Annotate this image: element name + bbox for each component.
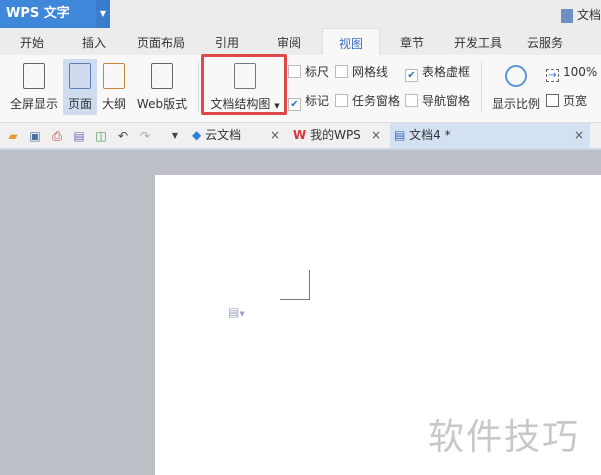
tab-reference[interactable]: 引用: [215, 28, 239, 55]
save-icon[interactable]: ▣: [28, 129, 42, 143]
tab-label: 我的WPS: [310, 128, 361, 142]
fullscreen-icon: [23, 63, 45, 89]
tab-cloud-docs[interactable]: ◆ 云文档 ×: [188, 123, 286, 148]
nav-pane-label: 导航窗格: [422, 94, 471, 108]
tab-document4[interactable]: ▤ 文档4 * ×: [390, 123, 590, 148]
markup-label: 标记: [305, 94, 330, 108]
web-layout-label: Web版式: [136, 97, 188, 111]
outline-icon: [103, 63, 125, 89]
tab-start[interactable]: 开始: [20, 28, 44, 55]
customize-dropdown-icon[interactable]: ▼: [168, 129, 182, 143]
redo-icon[interactable]: ↷: [138, 129, 152, 143]
wps-logo-icon: W: [293, 128, 307, 142]
task-pane-checkbox[interactable]: 任务窗格: [335, 94, 400, 108]
title-bar: WPS 文字 ▼ 文档: [0, 0, 601, 28]
divider: [481, 61, 482, 113]
tab-cloud[interactable]: 云服务: [527, 28, 563, 55]
wps-menu-button[interactable]: WPS 文字: [0, 0, 96, 28]
zoom-100-label: 100%: [563, 65, 598, 79]
close-icon[interactable]: ×: [270, 123, 280, 148]
tab-layout[interactable]: 页面布局: [137, 28, 185, 55]
zoom-label: 显示比例: [491, 97, 540, 111]
print-preview-icon[interactable]: ◫: [94, 129, 108, 143]
divider: [198, 61, 199, 113]
magnifier-icon: [505, 65, 527, 87]
tab-developer[interactable]: 开发工具: [454, 28, 502, 55]
ribbon: 全屏显示 页面 大纲 Web版式 文档结构图 ▼ 标尺 网格线 ✔ 表格虚框 ✔ 标…: [0, 55, 601, 123]
fullscreen-label: 全屏显示: [9, 97, 58, 111]
quick-access-toolbar: ▰ ▣ ⎙ ▤ ◫ ↶ ↷ ▼ ◆ 云文档 × W 我的WPS × ▤ 文档4 * ×: [0, 123, 601, 150]
tab-label: 文档4 *: [409, 128, 451, 142]
watermark: 软件技巧: [428, 417, 581, 458]
close-icon[interactable]: ×: [371, 123, 381, 148]
web-layout-button[interactable]: Web版式: [135, 59, 189, 115]
tab-my-wps[interactable]: W 我的WPS ×: [289, 123, 387, 148]
tab-view[interactable]: 视图: [322, 28, 380, 55]
highlight-box: [201, 54, 287, 115]
web-layout-icon: [151, 63, 173, 89]
wps-menu-dropdown[interactable]: ▼: [96, 0, 110, 28]
zoom-button[interactable]: 显示比例: [489, 59, 543, 115]
undo-icon[interactable]: ↶: [116, 129, 130, 143]
table-gridlines-checkbox[interactable]: ✔ 表格虚框: [405, 65, 470, 82]
outline-label: 大纲: [101, 97, 126, 111]
ruler-label: 标尺: [305, 65, 330, 79]
gridlines-label: 网格线: [352, 65, 389, 79]
table-gridlines-label: 表格虚框: [422, 65, 471, 79]
tab-review[interactable]: 审阅: [277, 28, 301, 55]
tab-section[interactable]: 章节: [400, 28, 424, 55]
ruler-checkbox[interactable]: 标尺: [288, 65, 329, 79]
margin-corner-mark: [280, 270, 310, 300]
tab-label: 云文档: [205, 128, 242, 142]
export-pdf-icon[interactable]: ⎙: [50, 129, 64, 143]
cube-icon: ◆: [192, 128, 202, 142]
zoom-100-button[interactable]: → 100%: [546, 65, 597, 82]
page-icon: [69, 63, 91, 89]
document-icon: [560, 8, 573, 23]
document-title: 文档: [560, 6, 601, 23]
document-icon: ▤: [394, 128, 406, 142]
markup-checkbox[interactable]: ✔ 标记: [288, 94, 329, 111]
document-title-text: 文档: [576, 8, 601, 22]
page-width-label: 页宽: [563, 94, 588, 108]
page-width-button[interactable]: 页宽: [546, 94, 587, 108]
tab-insert[interactable]: 插入: [82, 28, 106, 55]
paste-options-icon[interactable]: ▤▼: [228, 305, 245, 319]
page-view-button[interactable]: 页面: [63, 59, 97, 115]
outline-button[interactable]: 大纲: [99, 59, 129, 115]
page-label: 页面: [67, 97, 92, 111]
menu-tabs: 开始 插入 页面布局 引用 审阅 视图 章节 开发工具 云服务: [0, 28, 601, 55]
page-width-icon: [546, 94, 559, 107]
fullscreen-button[interactable]: 全屏显示: [6, 59, 62, 115]
print-icon[interactable]: ▤: [72, 129, 86, 143]
gridlines-checkbox[interactable]: 网格线: [335, 65, 388, 79]
task-pane-label: 任务窗格: [352, 94, 401, 108]
close-icon[interactable]: ×: [574, 123, 584, 148]
nav-pane-checkbox[interactable]: 导航窗格: [405, 94, 470, 108]
open-icon[interactable]: ▰: [6, 129, 20, 143]
